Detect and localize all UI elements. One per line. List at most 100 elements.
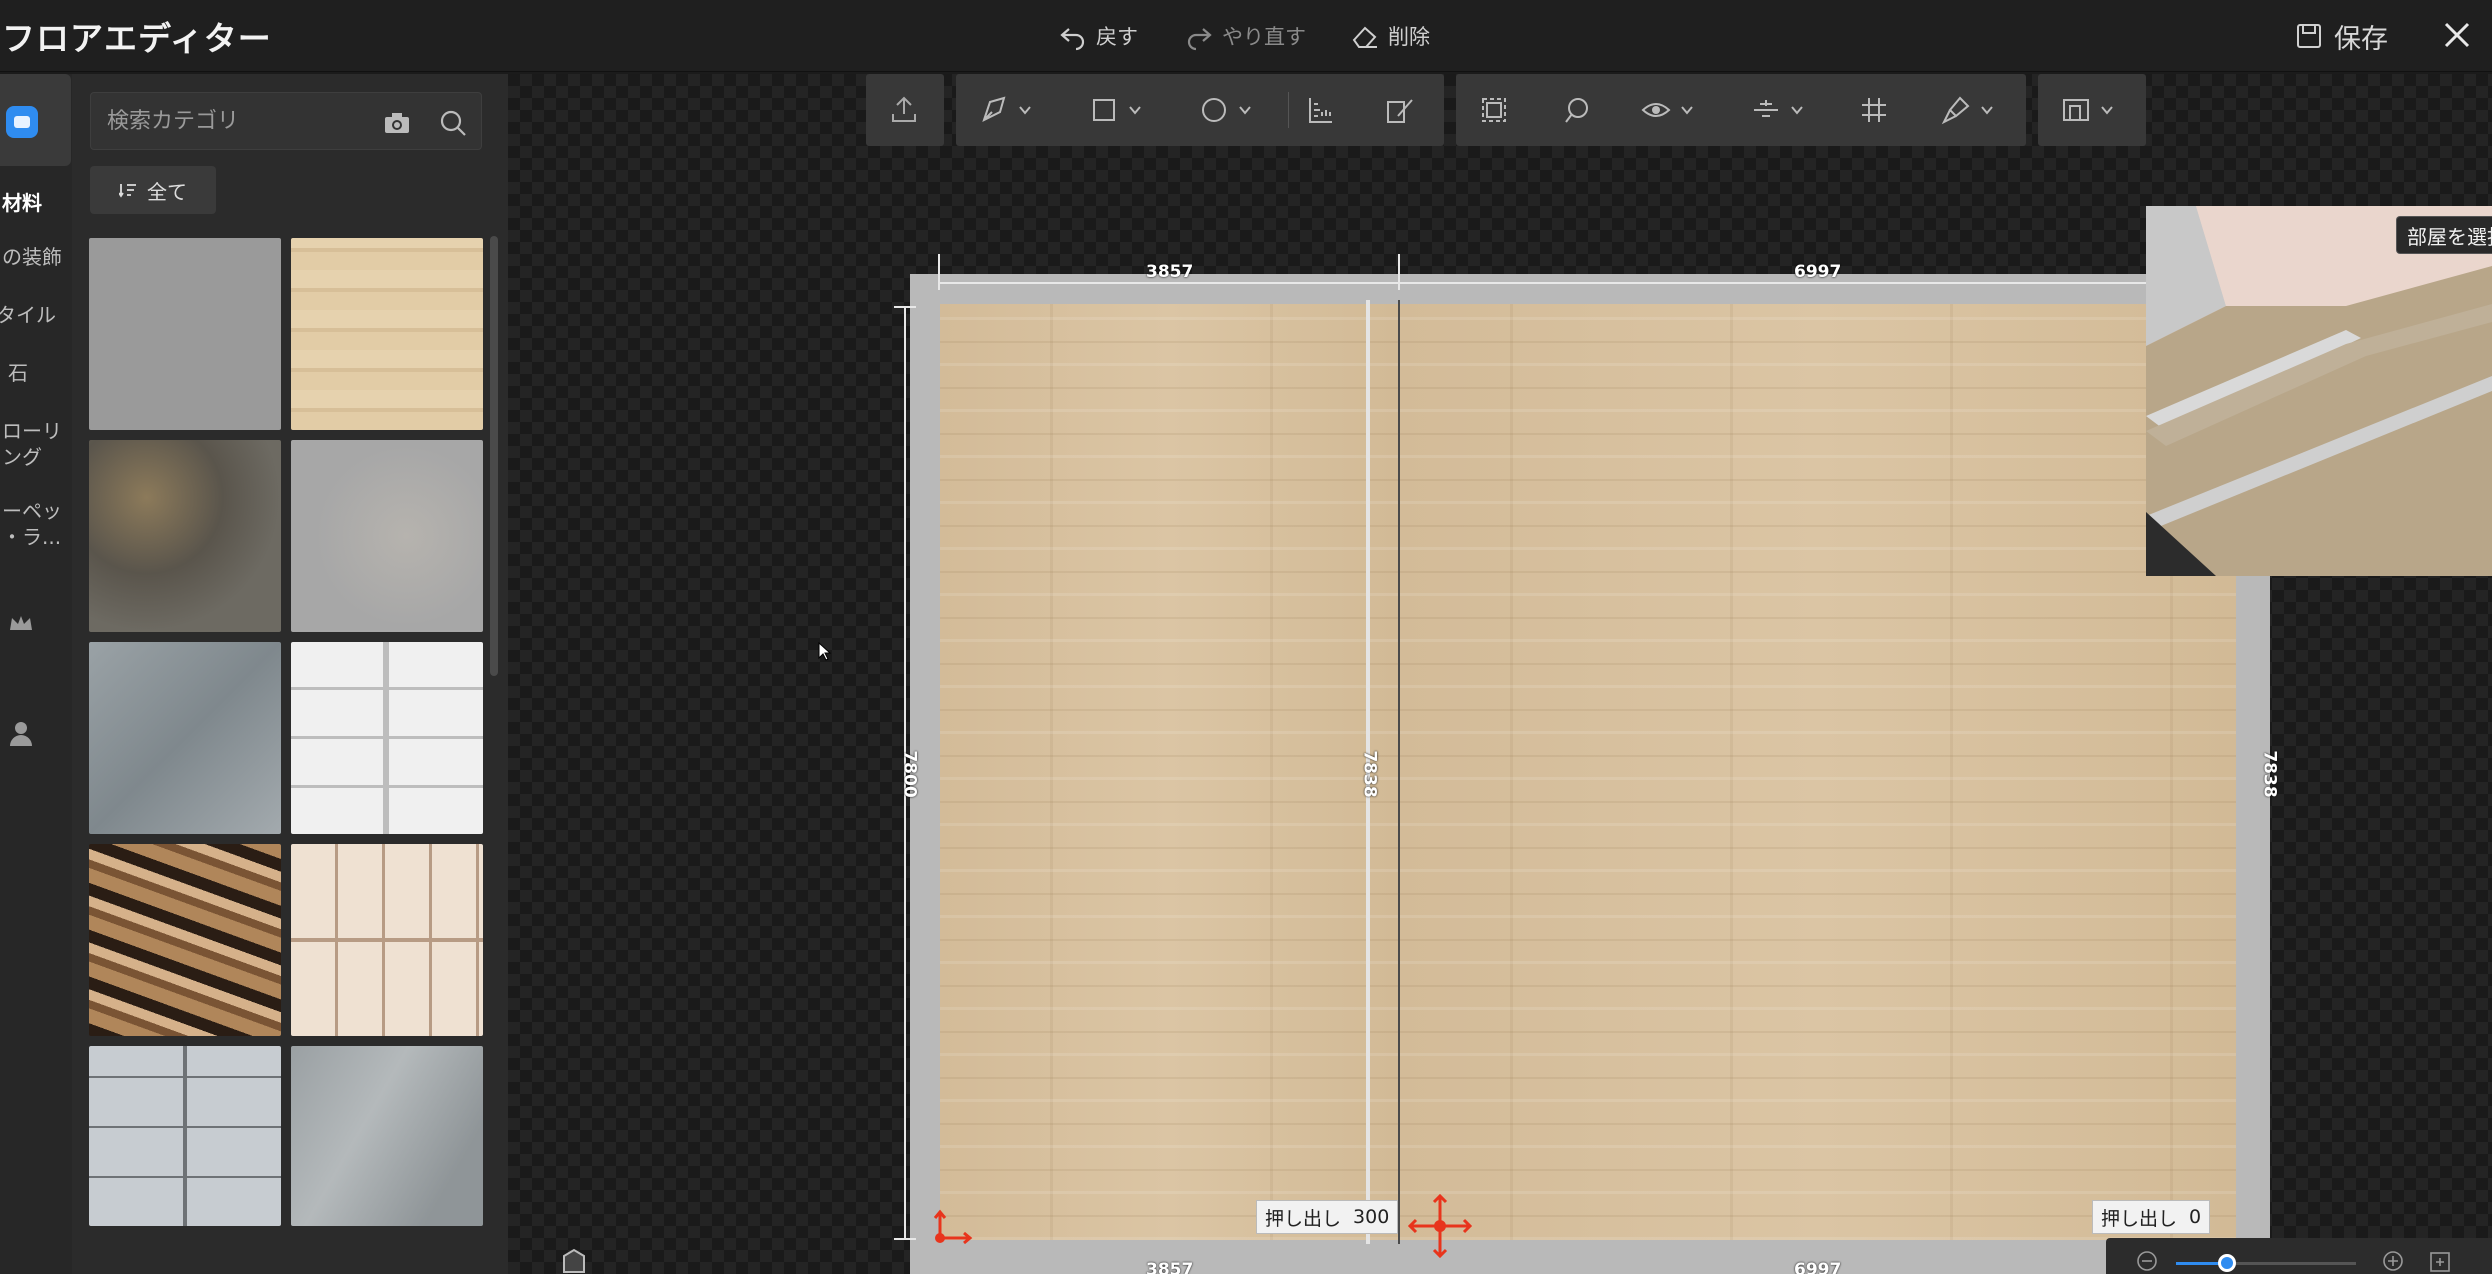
3d-view-icon[interactable] bbox=[556, 1246, 592, 1274]
circle-tool[interactable] bbox=[1198, 90, 1252, 130]
chevron-down-icon bbox=[1791, 106, 1803, 115]
material-panel: 全て bbox=[72, 74, 508, 1274]
swatch-blue-gray-tile[interactable] bbox=[89, 1046, 281, 1226]
top-bar: フロアエディター 戻す やり直す 削除 保存 bbox=[0, 0, 2492, 72]
swatch-leopard[interactable] bbox=[89, 844, 281, 1036]
category-carpet[interactable]: ーペッ ・ラ... bbox=[2, 498, 72, 550]
category-materials[interactable]: 材料 bbox=[2, 190, 72, 216]
save-icon bbox=[2297, 24, 2321, 48]
dimension-tick bbox=[894, 1238, 916, 1240]
sidebar-scrollbar[interactable] bbox=[490, 236, 498, 676]
category-stone[interactable]: 石 bbox=[8, 360, 78, 386]
redo-button[interactable]: やり直す bbox=[1184, 18, 1306, 54]
select-area-tool[interactable] bbox=[1478, 90, 1510, 130]
measure-tool[interactable] bbox=[1304, 90, 1336, 130]
visibility-tool[interactable] bbox=[1640, 90, 1694, 130]
pen-icon bbox=[982, 96, 1006, 122]
dimension-middle: 7838 bbox=[1359, 750, 1380, 798]
save-label: 保存 bbox=[2334, 23, 2388, 55]
swatch-gray-stone[interactable] bbox=[291, 440, 483, 632]
delete-button[interactable]: 削除 bbox=[1350, 18, 1430, 54]
search-input[interactable] bbox=[107, 93, 367, 149]
chevron-down-icon bbox=[1019, 106, 1031, 115]
grid-tool[interactable] bbox=[1858, 90, 1890, 130]
extrude-label: 押し出し bbox=[1265, 1207, 1342, 1230]
zoom-in-icon[interactable] bbox=[2382, 1250, 2404, 1272]
toolbar-group-layout bbox=[2038, 74, 2146, 146]
extrude-field-left[interactable]: 押し出し 300 bbox=[1256, 1200, 1399, 1234]
material-tab[interactable] bbox=[0, 74, 71, 166]
app-title: フロアエディター bbox=[2, 19, 272, 58]
align-tool[interactable] bbox=[1750, 90, 1804, 130]
swatch-gray-marble[interactable] bbox=[291, 1046, 483, 1226]
ruler-icon bbox=[1309, 98, 1332, 123]
move-gizmo-icon[interactable] bbox=[1404, 1190, 1476, 1262]
lasso-icon bbox=[1565, 98, 1588, 123]
search-icon[interactable] bbox=[437, 107, 469, 139]
lasso-tool[interactable] bbox=[1560, 90, 1592, 130]
user-icon[interactable] bbox=[6, 718, 36, 748]
axis-gizmo-icon[interactable] bbox=[926, 1206, 980, 1250]
swatch-gray-plain[interactable] bbox=[89, 238, 281, 430]
undo-icon bbox=[1060, 28, 1085, 51]
swatch-rust-stone[interactable] bbox=[89, 440, 281, 632]
sort-icon bbox=[119, 184, 136, 198]
grid-icon bbox=[1862, 98, 1886, 122]
pen-tool[interactable] bbox=[978, 90, 1032, 130]
swatch-cream-tile[interactable] bbox=[291, 844, 483, 1036]
preview-render bbox=[2146, 206, 2492, 576]
zoom-out-icon[interactable] bbox=[2136, 1250, 2158, 1272]
wall-top[interactable] bbox=[910, 274, 2270, 304]
swatch-gray-granite[interactable] bbox=[89, 642, 281, 834]
extrude-field-right[interactable]: 押し出し 0 bbox=[2092, 1200, 2211, 1234]
wall-bottom[interactable] bbox=[910, 1240, 2270, 1274]
layout-tool[interactable] bbox=[2060, 90, 2114, 130]
toolbar-group-view bbox=[1456, 74, 2026, 146]
rectangle-tool[interactable] bbox=[1088, 90, 1142, 130]
zoom-slider-handle[interactable] bbox=[2218, 1254, 2236, 1272]
select-area-icon bbox=[1482, 98, 1506, 122]
dimension-tick bbox=[894, 306, 916, 308]
close-button[interactable] bbox=[2434, 12, 2480, 58]
edit-tool[interactable] bbox=[1384, 90, 1416, 130]
3d-preview[interactable] bbox=[2146, 206, 2492, 576]
circle-icon bbox=[1202, 98, 1226, 122]
eye-icon bbox=[1641, 103, 1671, 117]
crown-icon[interactable] bbox=[6, 608, 36, 638]
dimension-right: 7838 bbox=[2259, 750, 2280, 798]
swatch-white-tile[interactable] bbox=[291, 642, 483, 834]
layout-icon bbox=[2063, 99, 2089, 121]
dimension-top-right: 6997 bbox=[1794, 262, 1842, 282]
fit-view-icon[interactable] bbox=[2428, 1250, 2452, 1274]
floor-editor-app: フロアエディター 戻す やり直す 削除 保存 材料 の装飾 タイル 石 ローリ … bbox=[0, 0, 2492, 1274]
wall-divider[interactable] bbox=[1398, 300, 1400, 1244]
undo-button[interactable]: 戻す bbox=[1058, 18, 1138, 54]
room-left[interactable] bbox=[940, 304, 1398, 1240]
dimension-bottom-right: 6997 bbox=[1794, 1260, 1842, 1274]
mouse-cursor-icon bbox=[818, 642, 832, 661]
category-flooring[interactable]: ローリ ング bbox=[2, 418, 72, 470]
paint-tool[interactable] bbox=[1940, 90, 1994, 130]
toolbar-divider bbox=[1288, 92, 1289, 128]
toolbar-group-import bbox=[866, 74, 944, 146]
camera-icon[interactable] bbox=[381, 107, 413, 139]
room-right[interactable] bbox=[1400, 304, 2236, 1240]
category-decoration[interactable]: の装飾 bbox=[2, 244, 72, 270]
filter-all-button[interactable]: 全て bbox=[90, 166, 216, 214]
filter-label: 全て bbox=[147, 179, 187, 204]
extrude-label: 押し出し bbox=[2101, 1207, 2178, 1230]
redo-icon bbox=[1187, 28, 1212, 51]
upload-tool[interactable] bbox=[888, 90, 920, 130]
toolbar-group-draw bbox=[956, 74, 1444, 146]
brush-icon bbox=[1941, 96, 1970, 125]
extrude-value: 0 bbox=[2189, 1206, 2202, 1228]
edit-icon bbox=[1387, 99, 1413, 123]
chevron-down-icon bbox=[2101, 106, 2113, 115]
upload-icon bbox=[892, 96, 916, 122]
swatch-light-wood[interactable] bbox=[291, 238, 483, 430]
chevron-down-icon bbox=[1129, 106, 1141, 115]
category-tile[interactable]: タイル bbox=[0, 302, 66, 328]
save-button[interactable]: 保存 bbox=[2296, 14, 2388, 58]
zoom-bar bbox=[2106, 1238, 2492, 1274]
rectangle-icon bbox=[1093, 99, 1115, 121]
